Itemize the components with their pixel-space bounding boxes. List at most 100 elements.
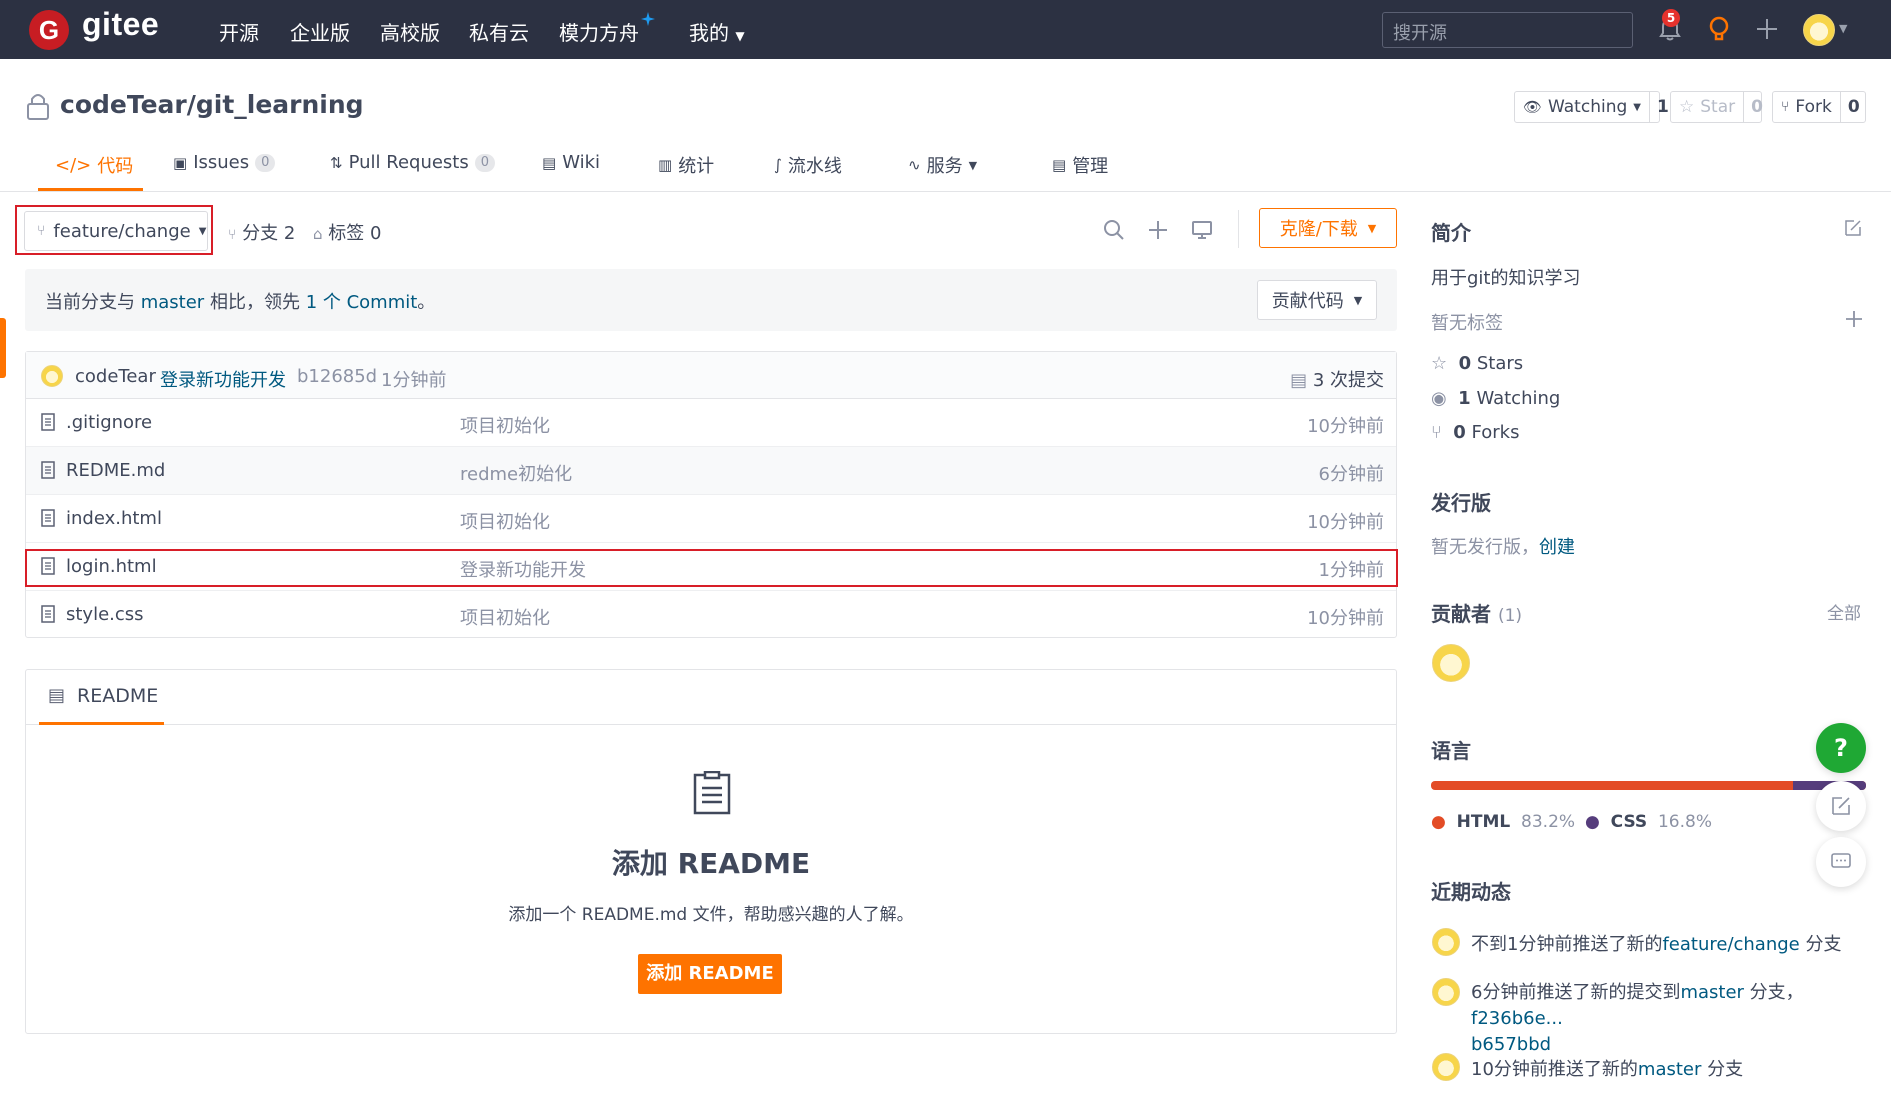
file-row[interactable]: .gitignore 项目初始化 10分钟前 (26, 399, 1396, 447)
compare-branch-link[interactable]: master (141, 292, 204, 313)
chevron-down-icon: ▼ (1353, 293, 1363, 307)
tab-wiki-label: Wiki (562, 152, 601, 173)
monitor-icon[interactable] (1191, 219, 1213, 241)
side-drawer-handle[interactable] (0, 318, 6, 378)
tags-link[interactable]: ⌂ 标签 0 (313, 219, 381, 245)
star-button[interactable]: ☆ Star 0 (1670, 91, 1763, 123)
tab-services[interactable]: ∿ 服务 ▼ (908, 152, 977, 178)
file-commit-message[interactable]: 项目初始化 (460, 412, 550, 438)
feedback-button[interactable] (1816, 781, 1866, 831)
edit-icon[interactable] (1843, 218, 1863, 238)
chat-button[interactable] (1816, 837, 1866, 887)
highlight-box-branch (15, 205, 213, 255)
document-icon (693, 771, 731, 815)
contributors-title: 贡献者 (1) (1431, 598, 1522, 627)
nav-mine[interactable]: 我的 ▼ (689, 17, 745, 46)
activity-avatar[interactable] (1432, 1053, 1460, 1081)
file-name[interactable]: index.html (66, 508, 162, 529)
file-commit-message[interactable]: 项目初始化 (460, 508, 550, 534)
release-text: 暂无发行版，创建 (1431, 533, 1575, 559)
tab-issues[interactable]: ▣ Issues 0 (173, 152, 276, 173)
nav-moli[interactable]: 模力方舟 (559, 17, 639, 46)
css-name: CSS (1610, 812, 1648, 832)
file-name[interactable]: .gitignore (66, 412, 152, 433)
activity-commit-link[interactable]: f236b6e... (1471, 1008, 1563, 1029)
activity-branch-link[interactable]: master (1680, 982, 1743, 1003)
intro-text: 用于git的知识学习 (1431, 268, 1581, 289)
help-button[interactable]: ? (1816, 723, 1866, 773)
tab-code[interactable]: </> 代码 (55, 152, 133, 178)
activity-branch-link[interactable]: feature/change (1662, 934, 1799, 955)
file-row[interactable]: REDME.md redme初始化 6分钟前 (26, 447, 1396, 495)
pipeline-icon: ∫ (774, 156, 782, 174)
fork-button[interactable]: ⑂ Fork 0 (1772, 91, 1866, 123)
fork-count[interactable]: 0 (1839, 92, 1867, 122)
create-release-link[interactable]: 创建 (1539, 537, 1575, 558)
no-tags-text: 暂无标签 (1431, 313, 1503, 334)
nav-open-source[interactable]: 开源 (219, 17, 259, 46)
highlight-box-login-file (25, 549, 1398, 587)
search-icon[interactable] (1103, 219, 1125, 241)
stars-stat[interactable]: ☆ 0 Stars (1431, 353, 1523, 374)
commit-author[interactable]: codeTear (75, 366, 156, 387)
plus-icon[interactable] (1147, 219, 1169, 241)
commit-message[interactable]: 登录新功能开发 (160, 366, 286, 392)
intro-title: 简介 (1431, 221, 1471, 245)
file-row[interactable]: style.css 项目初始化 10分钟前 (26, 591, 1396, 639)
gitee-logo-icon[interactable]: G (29, 10, 69, 50)
tab-manage[interactable]: ▤ 管理 (1052, 152, 1108, 178)
contribute-button[interactable]: 贡献代码 ▼ (1257, 280, 1377, 320)
forks-stat[interactable]: ⑂ 0 Forks (1431, 422, 1519, 443)
watching-stat[interactable]: ◉ 1 Watching (1431, 388, 1560, 409)
gitee-logo-text[interactable]: gitee (82, 6, 159, 43)
contributor-avatar[interactable] (1432, 644, 1470, 682)
add-readme-button[interactable]: 添加 README (638, 954, 782, 994)
commit-count-link[interactable]: ▤ 3 次提交 (1290, 366, 1384, 392)
activity-avatar[interactable] (1432, 978, 1460, 1006)
tab-pipeline[interactable]: ∫ 流水线 (774, 152, 842, 178)
activity-item: 6分钟前推送了新的提交到master 分支， f236b6e... b657bbd (1471, 980, 1871, 1058)
branches-link[interactable]: ⑂ 分支 2 (228, 219, 295, 245)
commit-time: 1分钟前 (381, 370, 447, 391)
star-count[interactable]: 0 (1743, 92, 1770, 122)
file-icon (41, 605, 55, 628)
file-row[interactable]: index.html 项目初始化 10分钟前 (26, 495, 1396, 543)
html-name: HTML (1456, 812, 1511, 832)
readme-description: 添加一个 README.md 文件，帮助感兴趣的人了解。 (508, 905, 914, 925)
latest-commit-row: codeTear 登录新功能开发 b12685d 1分钟前 ▤ 3 次提交 (26, 352, 1396, 399)
contributors-label: 贡献者 (1431, 602, 1491, 626)
activity-avatar[interactable] (1432, 928, 1460, 956)
user-avatar[interactable] (1803, 14, 1835, 46)
chevron-down-icon[interactable]: ▼ (1839, 22, 1847, 35)
nav-private-cloud[interactable]: 私有云 (469, 17, 529, 46)
activity-suffix: 分支 (1805, 934, 1842, 955)
activity-branch-link[interactable]: master (1638, 1059, 1701, 1080)
manage-icon: ▤ (1052, 156, 1067, 174)
commit-hash[interactable]: b12685d (297, 366, 377, 387)
tab-wiki[interactable]: ▤ Wiki (542, 152, 600, 173)
chevron-down-icon: ▼ (1367, 221, 1377, 235)
contributors-all-link[interactable]: 全部 (1827, 599, 1861, 624)
search-input[interactable]: 搜开源 (1382, 12, 1633, 48)
nav-education[interactable]: 高校版 (380, 17, 440, 46)
clone-download-button[interactable]: 克隆/下载 ▼ (1259, 208, 1397, 248)
plus-icon[interactable] (1752, 14, 1782, 44)
lightbulb-icon[interactable] (1704, 14, 1734, 44)
compare-commits-link[interactable]: 1 个 Commit (306, 292, 418, 313)
readme-tab-label[interactable]: README (77, 685, 158, 707)
tab-stats[interactable]: ▥ 统计 (658, 152, 714, 178)
file-commit-message[interactable]: redme初始化 (460, 460, 572, 486)
commits-icon: ▤ (1290, 370, 1308, 391)
nav-enterprise[interactable]: 企业版 (290, 17, 350, 46)
file-name[interactable]: REDME.md (66, 460, 165, 481)
file-name[interactable]: style.css (66, 604, 144, 625)
repo-title[interactable]: codeTear/git_learning (60, 90, 364, 119)
watching-button[interactable]: 👁 Watching ▼ 1 (1514, 91, 1669, 123)
chevron-down-icon: ▼ (735, 29, 745, 43)
author-avatar[interactable] (41, 365, 63, 387)
file-commit-message[interactable]: 项目初始化 (460, 604, 550, 630)
tab-pull-requests[interactable]: ⇅ Pull Requests 0 (330, 152, 496, 173)
activity-commit-link-2[interactable]: b657bbd (1471, 1034, 1551, 1055)
plus-icon[interactable] (1844, 309, 1864, 329)
file-table: codeTear 登录新功能开发 b12685d 1分钟前 ▤ 3 次提交 .g… (25, 351, 1397, 638)
